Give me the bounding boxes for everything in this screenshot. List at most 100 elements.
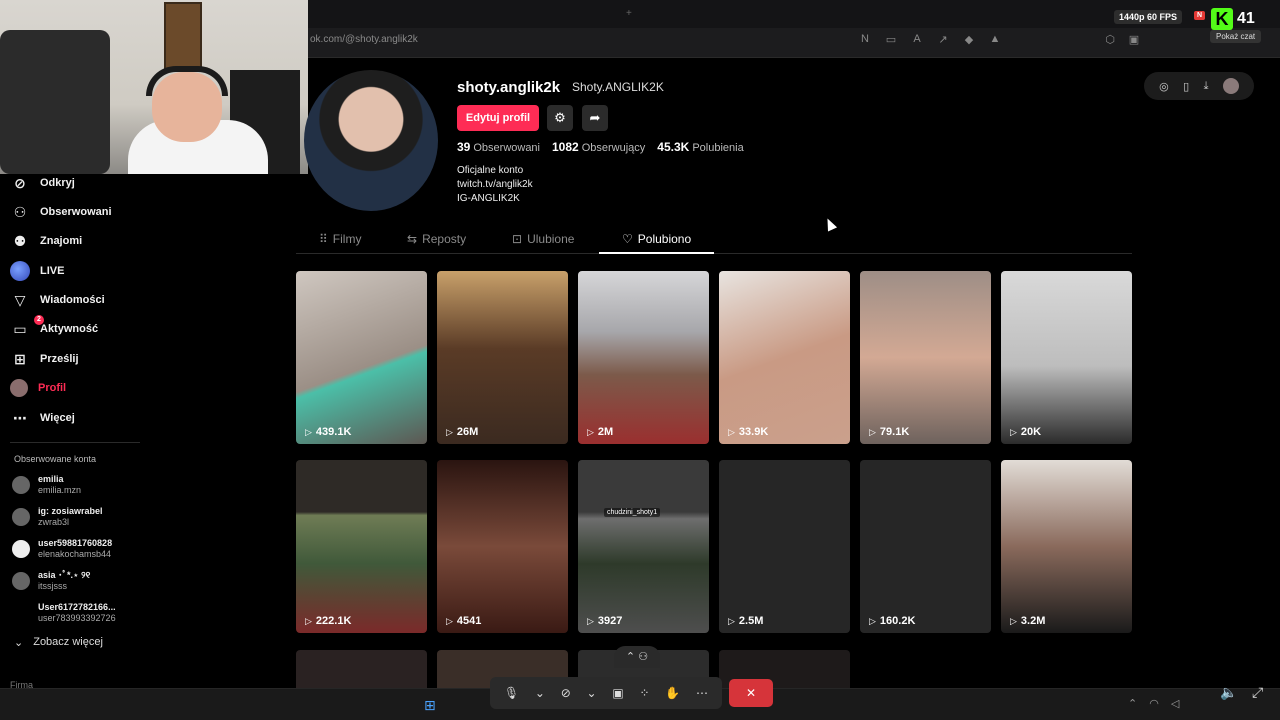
camera-off-icon[interactable]: ⊘ <box>561 686 571 700</box>
followed-account[interactable]: User6172782166... user783993392726 <box>12 602 116 624</box>
live-icon <box>10 261 30 281</box>
tab-polubiono[interactable]: ♡ Polubiono <box>622 232 691 246</box>
sidebar-item-aktywnosc[interactable]: ▭ 2 Aktywność <box>10 315 98 341</box>
sidebar-item-label: Więcej <box>40 412 75 424</box>
top-right-toolbar: ◎ ▯ ⤓ <box>1144 72 1254 100</box>
end-call-button[interactable]: ✕ <box>729 679 773 707</box>
video-tile[interactable]: ▷ 222.1K <box>296 460 427 633</box>
view-count-text: 79.1K <box>879 426 910 438</box>
sidebar-item-wiadomosci[interactable]: ▽ Wiadomości <box>10 288 105 312</box>
sidebar-item-profil[interactable]: Profil <box>10 376 66 400</box>
followed-account[interactable]: ig: zosiawrabel zwrab3l <box>12 506 103 528</box>
tab-filmy[interactable]: ⠿ Filmy <box>319 232 361 246</box>
show-chat-button[interactable]: Pokaż czat <box>1210 30 1262 43</box>
speaker-icon[interactable]: 🔈 <box>1220 684 1237 701</box>
mobile-icon[interactable]: ▯ <box>1183 80 1189 93</box>
wifi-icon[interactable]: ◠ <box>1149 697 1159 710</box>
video-tile[interactable]: ▷ 439.1K <box>296 271 427 444</box>
profile-icon <box>10 379 28 397</box>
upload-icon: ⊞ <box>14 350 26 367</box>
sidebar-item-obserwowani[interactable]: ⚇ Obserwowani <box>10 200 112 224</box>
play-icon: ▷ <box>587 426 594 437</box>
video-tile[interactable]: ▷ 2.5M <box>719 460 850 633</box>
sidebar-item-przeslij[interactable]: ⊞ Prześlij <box>10 347 78 371</box>
sidebar-item-label: Wiadomości <box>40 294 105 306</box>
following-stat[interactable]: 39 Obserwowani <box>457 140 540 154</box>
followed-account[interactable]: asia ･ﾟ*.⋆ ୨୧ itssjsss <box>12 570 90 592</box>
reader-icon[interactable]: N <box>858 33 872 46</box>
tab-add-icon[interactable]: + <box>626 8 632 19</box>
view-count: ▷ 3927 <box>587 615 622 627</box>
see-more-label: Zobacz więcej <box>33 636 103 648</box>
chevron-down-icon[interactable]: ⌄ <box>587 686 597 700</box>
reactions-icon[interactable]: ✋ <box>665 686 680 700</box>
video-tile[interactable]: ▷ 20K <box>1001 271 1132 444</box>
share-icon[interactable]: ↗ <box>936 33 950 46</box>
video-tile[interactable]: ▷ 33.9K <box>719 271 850 444</box>
address-bar[interactable]: ok.com/@shoty.anglik2k N ▭ A ↗ ◆ ▲ ⬡ ▣ <box>308 30 1280 52</box>
url-text[interactable]: ok.com/@shoty.anglik2k <box>310 34 418 45</box>
compass-icon[interactable]: ◎ <box>1159 80 1169 93</box>
sidebar-item-live[interactable]: LIVE <box>10 259 64 283</box>
volume-icon[interactable]: ◁ <box>1171 697 1179 710</box>
edit-profile-button[interactable]: Edytuj profil <box>457 105 539 131</box>
avatar[interactable] <box>1222 78 1239 94</box>
video-tile[interactable]: ▷ 4541 <box>437 460 568 633</box>
fullscreen-icon[interactable]: ⤢ <box>1252 684 1263 701</box>
sidebar-item-wiecej[interactable]: ⋯ Więcej <box>10 406 75 430</box>
sidebar: ⊘ Odkryj ⚇ Obserwowani ⚉ Znajomi LIVE ▽ … <box>0 174 150 720</box>
windows-start-icon[interactable]: ⊞ <box>424 697 436 714</box>
view-count: ▷ 26M <box>446 426 478 438</box>
video-tile[interactable]: ▷ 26M <box>437 271 568 444</box>
tab-label: Filmy <box>332 232 362 246</box>
video-tile[interactable] <box>296 650 427 688</box>
followed-account[interactable]: user59881760828 elenakochamsb44 <box>12 538 112 560</box>
sidebar-item-label: Odkryj <box>40 177 75 189</box>
followed-handle: elenakochamsb44 <box>38 549 112 559</box>
wallet-icon[interactable]: ▣ <box>1127 33 1141 46</box>
settings-button[interactable]: ⚙ <box>547 105 573 131</box>
followed-account[interactable]: emilia emilia.mzn <box>12 474 81 496</box>
tab-label: Ulubione <box>527 232 575 246</box>
bio-link[interactable]: twitch.tv/anglik2k <box>457 178 533 192</box>
brave-shield-icon[interactable]: ◆ <box>962 33 976 46</box>
apps-icon[interactable]: ⁘ <box>639 686 649 700</box>
video-tile[interactable]: ▷ 3.2M <box>1001 460 1132 633</box>
avatar <box>12 604 30 622</box>
chevron-down-icon[interactable]: ⌄ <box>535 686 545 700</box>
grid-icon: ⠿ <box>319 232 328 246</box>
more-icon[interactable]: ⋯ <box>696 686 708 700</box>
video-tile[interactable]: ▷ 2M <box>578 271 709 444</box>
microphone-icon[interactable]: 🎙 <box>504 686 519 700</box>
see-more-button[interactable]: ⌄ Zobacz więcej <box>14 636 103 649</box>
video-tile[interactable]: ▷ 79.1K <box>860 271 991 444</box>
followed-accounts-title: Obserwowane konta <box>14 454 97 464</box>
share-profile-button[interactable]: ➦ <box>582 105 608 131</box>
extension-icon[interactable]: ⬡ <box>1103 33 1117 46</box>
video-tile[interactable]: ▷ 160.2K <box>860 460 991 633</box>
tray-chevron-icon[interactable]: ⌃ <box>1128 697 1137 710</box>
play-icon: ▷ <box>869 615 876 626</box>
cast-icon[interactable]: ▭ <box>884 33 898 46</box>
send-icon: ▽ <box>14 291 26 308</box>
rewards-icon[interactable]: ▲ <box>988 33 1002 46</box>
play-icon: ▷ <box>1010 615 1017 626</box>
gear-icon: ⚙ <box>554 110 566 125</box>
sidebar-item-znajomi[interactable]: ⚉ Znajomi <box>10 229 82 253</box>
friends-icon: ⚉ <box>13 232 27 249</box>
screen-share-icon[interactable]: ▣ <box>612 686 623 700</box>
tab-ulubione[interactable]: ⊡ Ulubione <box>512 232 574 246</box>
view-count: ▷ 222.1K <box>305 615 351 627</box>
followers-stat[interactable]: 1082 Obserwujący <box>552 140 645 154</box>
tab-reposty[interactable]: ⇆ Reposty <box>407 232 466 246</box>
translate-icon[interactable]: A <box>910 33 924 46</box>
video-tile[interactable]: chudzini_shoty1 ▷ 3927 <box>578 460 709 633</box>
view-count: ▷ 2M <box>587 426 613 438</box>
view-count-text: 2M <box>597 426 614 438</box>
call-participants-button[interactable]: ⌃ ⚇ <box>614 646 660 668</box>
download-icon[interactable]: ⤓ <box>1204 80 1209 93</box>
sidebar-item-odkryj[interactable]: ⊘ Odkryj <box>10 171 75 195</box>
view-count-text: 20K <box>1020 426 1042 438</box>
followed-name: ig: zosiawrabel <box>38 506 103 516</box>
active-tab-indicator <box>599 252 714 254</box>
